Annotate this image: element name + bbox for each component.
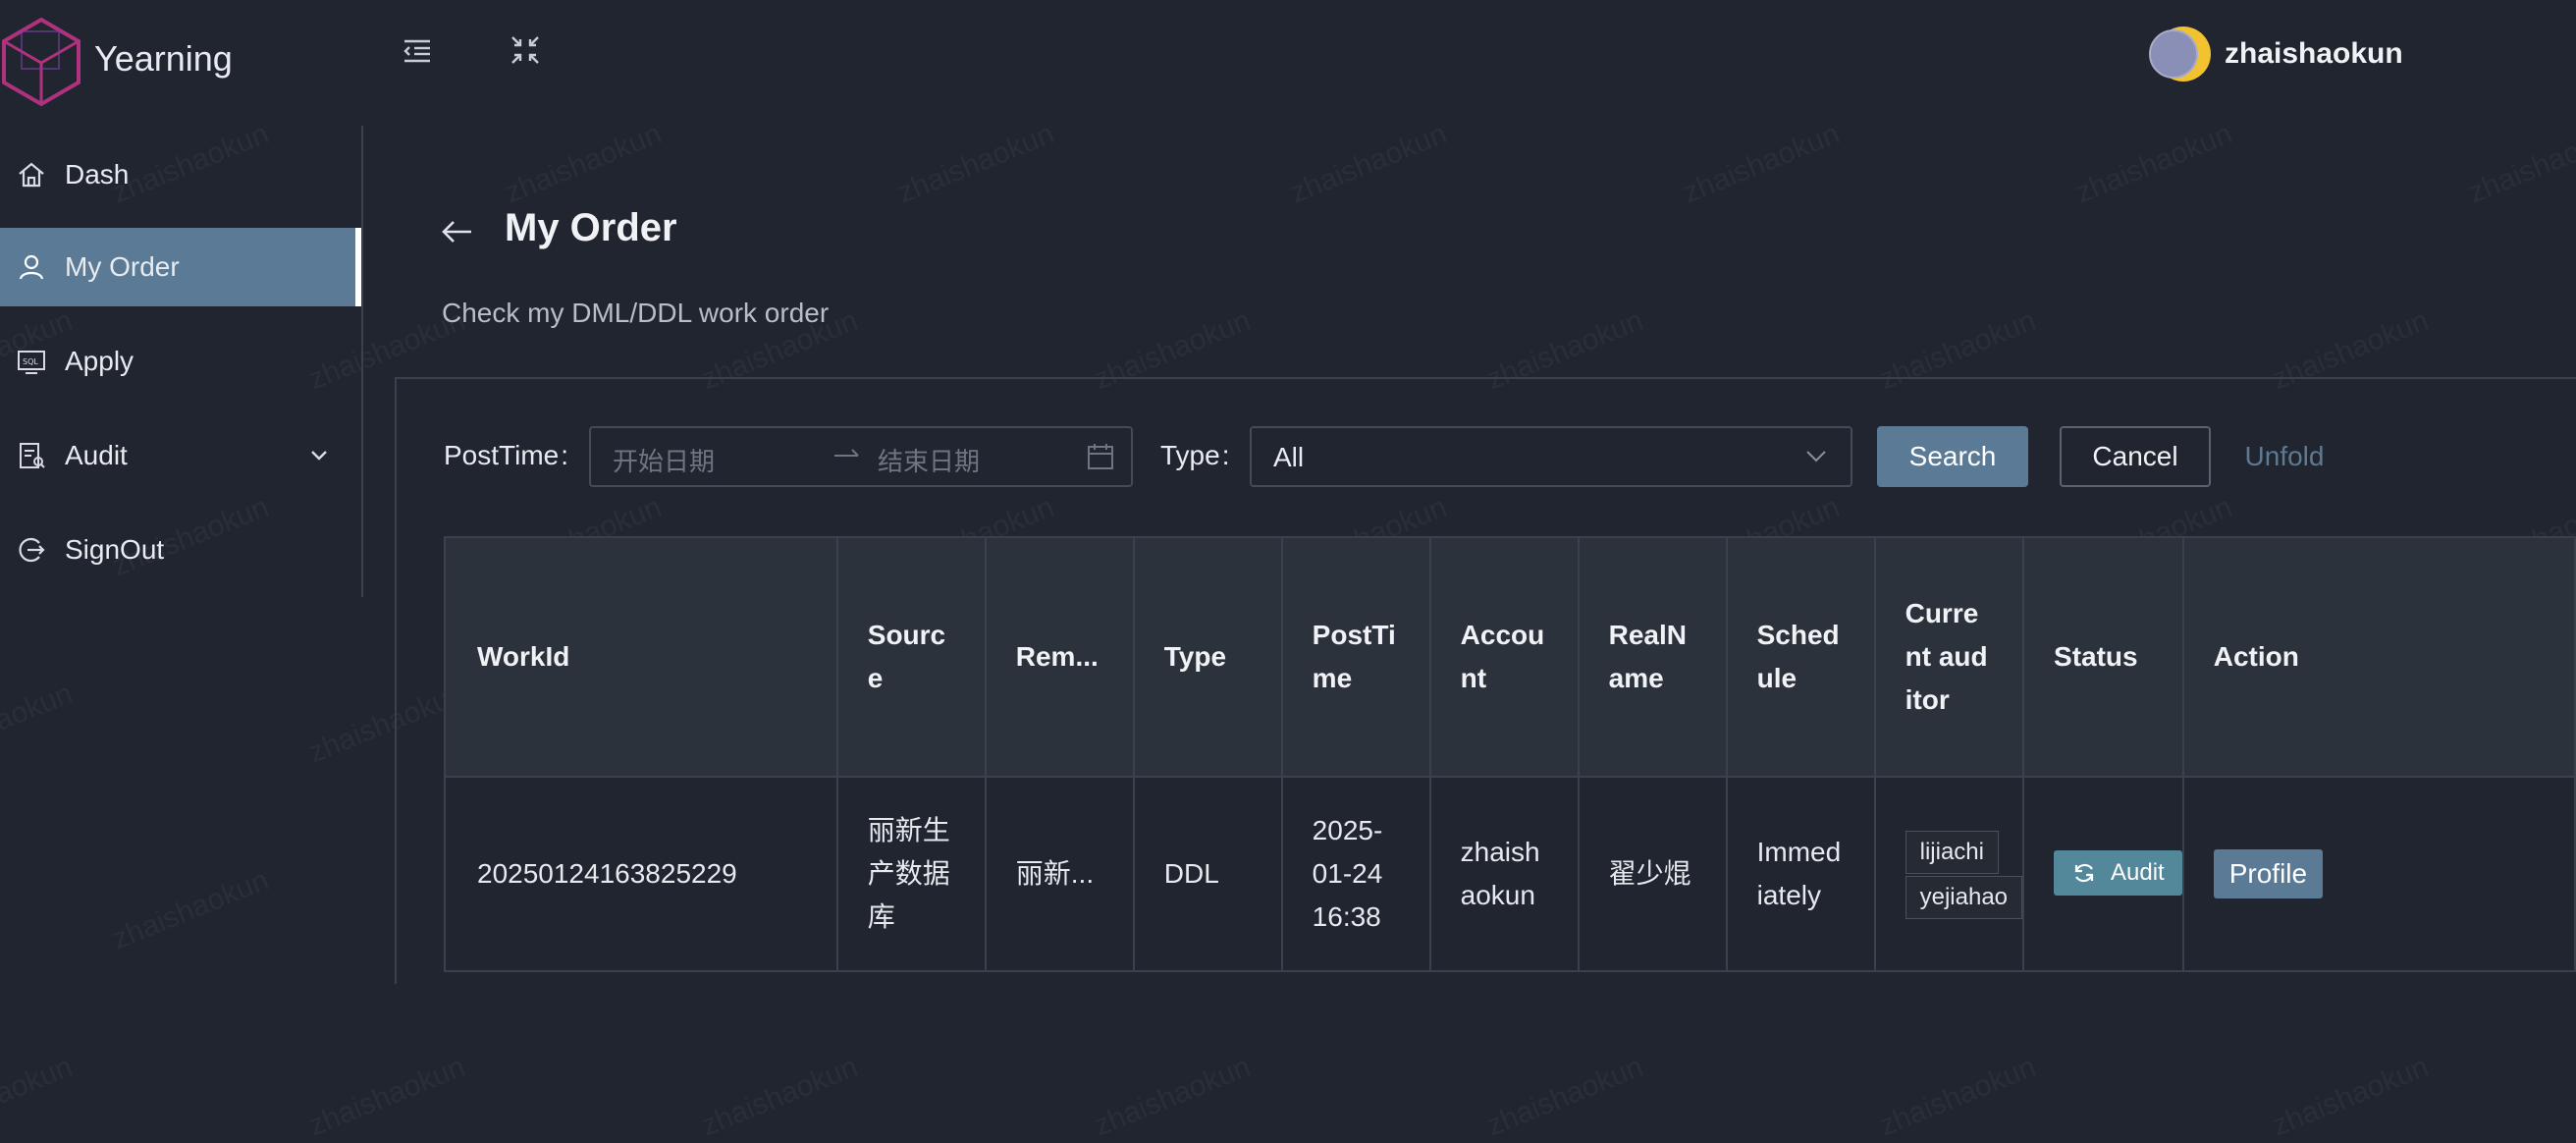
col-action[interactable]: Action [2181,536,2576,778]
type-select-value: All [1273,442,1305,472]
cell-current-auditor: lijiachi yejiahao [1873,776,2025,972]
date-range-picker[interactable]: 开始日期 结束日期 [589,426,1133,487]
col-workid[interactable]: WorkId [444,536,838,778]
search-button[interactable]: Search [1877,426,2028,487]
cell-source: 丽新生产数据库 [835,776,987,972]
sidebar-item-audit[interactable]: Audit [0,416,361,495]
chevron-down-icon [1803,444,1829,474]
col-current-auditor[interactable]: Current auditor [1873,536,2025,778]
profile-button[interactable]: Profile [2213,849,2324,898]
yearning-logo-icon [2,17,80,107]
watermark-text: zhaishaokun [501,118,667,211]
orders-table: WorkId Source Rem... Type PostTime Accou… [444,536,2576,972]
watermark-text: zhaishaokun [1286,118,1452,211]
arrow-right-icon [832,440,862,474]
sidebar-item-my-order[interactable]: My Order [0,228,361,306]
app-name: Yearning [94,38,233,79]
page-subtitle: Check my DML/DDL work order [442,298,830,328]
col-realname[interactable]: RealName [1577,536,1728,778]
app-logo: Yearning [0,10,233,108]
watermark-text: zhaishaokun [697,1051,863,1143]
page-title: My Order [505,206,677,249]
home-icon [16,159,47,190]
sidebar-item-dash[interactable]: Dash [0,136,361,214]
cell-status: Audit [2022,776,2184,972]
calendar-icon [1086,442,1115,476]
watermark-text: zhaishaokun [893,118,1059,211]
watermark-text: zhaishaokun [1482,1051,1648,1143]
fullscreen-icon[interactable] [509,33,542,67]
unfold-link[interactable]: Unfold [2230,426,2338,487]
status-badge: Audit [2054,849,2182,896]
watermark-text: zhaishaokun [2268,1051,2434,1143]
type-label: Type: [1160,440,1230,470]
signout-icon [16,534,47,566]
sidebar-item-label: SignOut [65,534,165,565]
sidebar: Dash My Order SQL Apply Audit SignOut [0,126,363,597]
cell-remark: 丽新... [984,776,1135,972]
col-remark[interactable]: Rem... [984,536,1135,778]
watermark-text: zhaishaokun [1090,1051,1256,1143]
watermark-text: zhaishaokun [304,1051,470,1143]
start-date-input[interactable]: 开始日期 [613,442,715,478]
chevron-down-icon[interactable] [306,443,332,468]
type-select[interactable]: All [1250,426,1852,487]
user-name: zhaishaokun [2225,37,2403,70]
cell-workid: 20250124163825229 [444,776,838,972]
watermark-text: zhaishaokun [2071,118,2237,211]
sidebar-item-label: My Order [65,251,180,282]
sidebar-item-signout[interactable]: SignOut [0,511,361,589]
sidebar-item-label: Audit [65,440,128,470]
end-date-input[interactable]: 结束日期 [878,442,980,478]
col-source[interactable]: Source [835,536,987,778]
audit-icon [16,440,47,471]
svg-text:SQL: SQL [23,357,38,366]
cell-posttime: 2025-01-24 16:38 [1280,776,1431,972]
cell-schedule: Immediately [1725,776,1876,972]
table-header-row: WorkId Source Rem... Type PostTime Accou… [444,536,2576,778]
col-schedule[interactable]: Schedule [1725,536,1876,778]
back-arrow-icon[interactable] [438,212,477,251]
cell-realname: 翟少焜 [1577,776,1728,972]
cell-account: zhaishaokun [1428,776,1580,972]
sidebar-item-label: Apply [65,346,134,376]
posttime-label: PostTime: [444,440,568,470]
cell-action: Profile [2181,776,2576,972]
watermark-text: zhaishaokun [2464,118,2576,211]
sidebar-item-label: Dash [65,159,130,190]
sql-icon: SQL [16,346,47,377]
col-status[interactable]: Status [2022,536,2184,778]
col-type[interactable]: Type [1132,536,1283,778]
user-icon [16,251,47,283]
watermark-text: zhaishaokun [1875,1051,2041,1143]
auditor-tag: yejiahao [1905,876,2023,919]
cell-type: DDL [1132,776,1283,972]
auditor-tag: lijiachi [1905,831,1999,874]
watermark-text: zhaishaokun [0,678,78,771]
watermark-text: zhaishaokun [108,864,274,957]
refresh-icon [2074,863,2094,882]
watermark-text: zhaishaokun [0,1051,78,1143]
user-menu[interactable]: zhaishaokun [2148,22,2403,86]
collapse-menu-icon[interactable] [401,33,434,67]
table-row: 20250124163825229 丽新生产数据库 丽新... DDL 2025… [444,776,2576,972]
sidebar-item-apply[interactable]: SQL Apply [0,322,361,401]
avatar [2148,22,2213,86]
cancel-button[interactable]: Cancel [2060,426,2211,487]
col-posttime[interactable]: PostTime [1280,536,1431,778]
col-account[interactable]: Account [1428,536,1580,778]
watermark-text: zhaishaokun [1679,118,1845,211]
